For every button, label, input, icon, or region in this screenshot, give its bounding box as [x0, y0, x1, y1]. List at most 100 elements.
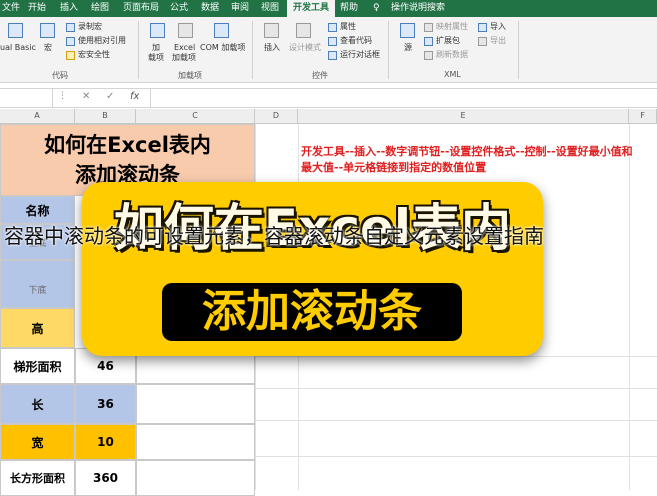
column-header-e[interactable]: E: [298, 109, 629, 123]
enter-icon[interactable]: ✓: [106, 91, 114, 102]
ribbon: ual Basic 宏 录制宏 使用相对引用 宏安全性 代码 加 载项 Exce…: [0, 17, 657, 83]
addins-icon[interactable]: [150, 23, 165, 38]
menu-review[interactable]: 审阅: [231, 0, 249, 17]
map-properties-icon: [424, 23, 433, 32]
view-code-button[interactable]: 查看代码: [340, 36, 372, 46]
controls-group-label: 控件: [312, 71, 328, 80]
menu-bar: 文件 开始 插入 绘图 页面布局 公式 数据 审阅 视图 开发工具 帮助 ♀ 操…: [0, 0, 657, 17]
value-cell[interactable]: 36: [75, 384, 136, 424]
addins-label-2[interactable]: 载项: [148, 53, 164, 63]
menu-page-layout[interactable]: 页面布局: [123, 0, 159, 17]
lightbulb-icon: ♀: [373, 3, 380, 13]
expansion-pack-button[interactable]: 扩展包: [436, 36, 460, 46]
relative-ref-icon: [66, 37, 75, 46]
fx-icon[interactable]: fx: [130, 91, 139, 102]
menu-home[interactable]: 开始: [28, 0, 46, 17]
cancel-icon[interactable]: ✕: [82, 91, 90, 102]
import-button[interactable]: 导入: [490, 22, 506, 32]
macro-security-button[interactable]: 宏安全性: [78, 50, 110, 60]
run-dialog-icon: [328, 51, 337, 60]
column-header-f[interactable]: F: [629, 109, 657, 123]
code-group-label: 代码: [52, 71, 68, 80]
empty-cell[interactable]: [136, 424, 255, 460]
refresh-data-button[interactable]: 刷新数据: [436, 50, 468, 60]
grid-line: [629, 124, 630, 490]
value-cell[interactable]: 10: [75, 424, 136, 460]
map-properties-button[interactable]: 映射属性: [436, 22, 468, 32]
group-divider: [252, 21, 253, 79]
macro-icon[interactable]: [40, 23, 55, 38]
tell-me-search[interactable]: 操作说明搜索: [391, 0, 445, 17]
empty-cell[interactable]: [136, 384, 255, 424]
visual-basic-label[interactable]: ual Basic: [0, 43, 36, 53]
record-macro-button[interactable]: 录制宏: [78, 22, 102, 32]
grid-line: [255, 456, 657, 457]
warning-icon: [66, 51, 75, 60]
relative-ref-button[interactable]: 使用相对引用: [78, 36, 126, 46]
export-button[interactable]: 导出: [490, 36, 506, 46]
menu-file[interactable]: 文件: [2, 0, 20, 17]
instruction-text: 开发工具--插入--数字调节钮--设置控件格式--控制--设置好最小值和最大值-…: [301, 145, 633, 174]
name-box[interactable]: [0, 89, 53, 107]
com-addins-label[interactable]: COM 加载项: [200, 43, 245, 53]
name-header-label: 名称: [25, 203, 50, 218]
label-cell[interactable]: 长方形面积: [0, 460, 75, 496]
menu-draw[interactable]: 绘图: [91, 0, 109, 17]
xml-group-label: XML: [444, 70, 461, 79]
import-icon: [478, 23, 487, 32]
grid-line: [255, 420, 657, 421]
more-options-icon: ⋮: [58, 91, 67, 101]
grid-line: [255, 388, 657, 389]
label-cell[interactable]: 梯形面积: [0, 348, 75, 384]
label-cell[interactable]: 下底: [0, 260, 75, 308]
excel-addins-label-1[interactable]: Excel: [174, 43, 195, 53]
properties-button[interactable]: 属性: [340, 22, 356, 32]
addins-label-1[interactable]: 加: [152, 43, 160, 53]
label-cell[interactable]: 长: [0, 384, 75, 424]
export-icon: [478, 37, 487, 46]
record-macro-icon: [66, 23, 75, 32]
source-icon[interactable]: [400, 23, 415, 38]
group-divider: [388, 21, 389, 79]
properties-icon: [328, 23, 337, 32]
refresh-icon: [424, 51, 433, 60]
menu-help[interactable]: 帮助: [340, 0, 358, 17]
expansion-pack-icon: [424, 37, 433, 46]
empty-cell[interactable]: [136, 460, 255, 496]
column-header-a[interactable]: A: [0, 109, 75, 123]
insert-control-label[interactable]: 插入: [264, 43, 280, 53]
menu-formulas[interactable]: 公式: [170, 0, 188, 17]
visual-basic-icon[interactable]: [8, 23, 23, 38]
grid-line: [255, 356, 657, 357]
group-divider: [518, 21, 519, 79]
column-headers: A B C D E F: [0, 109, 657, 124]
design-mode-label[interactable]: 设计模式: [289, 43, 321, 53]
group-divider: [138, 21, 139, 79]
formula-bar: ⋮ ✕ ✓ fx: [0, 88, 657, 108]
value-cell[interactable]: 360: [75, 460, 136, 496]
ruler-pencil-icon[interactable]: [296, 23, 311, 38]
overlay-caption: 容器中滚动条的可设置元素，容器滚动条自定义元素设置指南: [4, 224, 544, 248]
menu-data[interactable]: 数据: [201, 0, 219, 17]
column-header-c[interactable]: C: [136, 109, 255, 123]
menu-developer[interactable]: 开发工具: [287, 0, 336, 17]
run-dialog-button[interactable]: 运行对话框: [340, 50, 380, 60]
excel-addins-label-2[interactable]: 加载项: [172, 53, 196, 63]
formula-input[interactable]: [150, 89, 657, 107]
source-label[interactable]: 源: [404, 43, 412, 53]
label-cell[interactable]: 高: [0, 308, 75, 348]
macro-label[interactable]: 宏: [44, 43, 52, 53]
toolbox-icon[interactable]: [264, 23, 279, 38]
menu-insert[interactable]: 插入: [60, 0, 78, 17]
view-code-icon: [328, 37, 337, 46]
name-header-cell[interactable]: 名称: [0, 196, 75, 224]
com-addins-icon[interactable]: [214, 23, 229, 38]
title-line-1: 如何在Excel表内: [44, 133, 211, 157]
addins-group-label: 加载项: [178, 71, 202, 80]
menu-view[interactable]: 视图: [261, 0, 279, 17]
label-cell[interactable]: 宽: [0, 424, 75, 460]
banner-title-line-2: 添加滚动条: [162, 283, 462, 341]
column-header-b[interactable]: B: [75, 109, 136, 123]
column-header-d[interactable]: D: [255, 109, 298, 123]
gear-icon[interactable]: [178, 23, 193, 38]
